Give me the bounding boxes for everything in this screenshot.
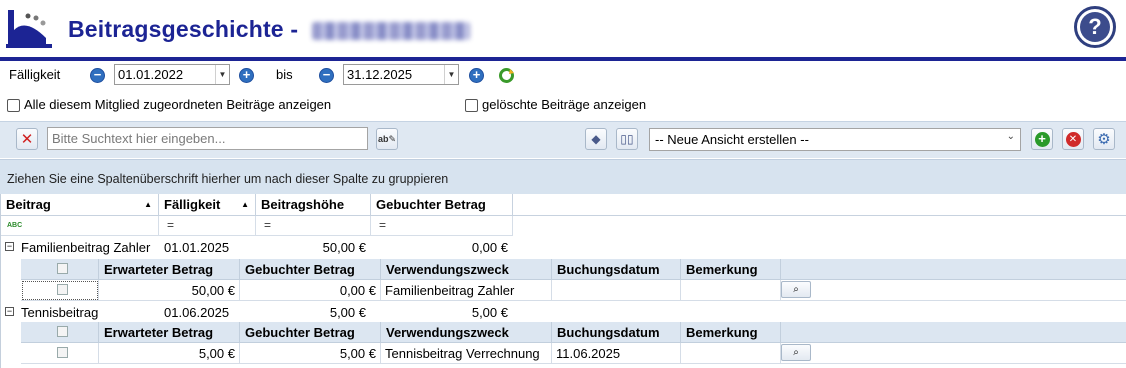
cell-erwartet[interactable]: 50,00 € xyxy=(99,280,240,301)
group-row[interactable]: − Tennisbeitrag 01.06.2025 5,00 € 5,00 € xyxy=(1,302,1126,323)
column-header-faelligkeit[interactable]: Fälligkeit ▲ xyxy=(159,194,256,216)
group-panel[interactable]: Ziehen Sie eine Spaltenüberschrift hierh… xyxy=(0,159,1126,194)
sub-header-filler xyxy=(781,322,1126,343)
column-header-filler xyxy=(513,194,1126,216)
show-all-label: Alle diesem Mitglied zugeordneten Beiträ… xyxy=(24,97,332,112)
sub-header-datum[interactable]: Buchungsdatum xyxy=(552,259,681,280)
help-icon: ? xyxy=(1080,12,1110,42)
view-select[interactable]: -- Neue Ansicht erstellen -- ⌄ xyxy=(649,128,1021,151)
show-all-checkbox[interactable] xyxy=(7,99,20,112)
select-all-checkbox[interactable] xyxy=(57,326,68,337)
add-view-button[interactable]: + xyxy=(1031,128,1053,150)
row-checkbox[interactable] xyxy=(57,284,68,295)
sub-header-gebucht[interactable]: Gebuchter Betrag xyxy=(240,259,381,280)
filter-cell-gebucht[interactable]: = xyxy=(371,216,513,236)
from-date-combo[interactable]: 01.01.2022 ▼ xyxy=(114,64,230,85)
app-logo xyxy=(6,8,54,48)
gear-icon[interactable]: ⚙ xyxy=(1093,128,1115,150)
from-date-value: 01.01.2022 xyxy=(118,67,184,82)
chevron-down-icon[interactable]: ▼ xyxy=(444,65,458,84)
cell-gebucht[interactable]: 5,00 € xyxy=(240,343,381,364)
cell-bemerkung[interactable] xyxy=(681,343,781,364)
clear-search-button[interactable]: ✕ xyxy=(16,128,38,150)
cell-zweck[interactable]: Tennisbeitrag Verrechnung xyxy=(381,343,552,364)
to-date-combo[interactable]: 31.12.2025 ▼ xyxy=(343,64,459,85)
detail-grid: Erwarteter Betrag Gebuchter Betrag Verwe… xyxy=(21,259,1126,303)
sub-header-zweck[interactable]: Verwendungszweck xyxy=(381,259,552,280)
filter-cell-beitragshoehe[interactable]: = xyxy=(256,216,371,236)
cell-zweck[interactable]: Familienbeitrag Zahler xyxy=(381,280,552,301)
to-date-decrement-button[interactable]: − xyxy=(319,68,334,83)
plus-icon: + xyxy=(1034,131,1050,147)
sort-asc-icon: ▲ xyxy=(241,200,249,209)
collapse-icon[interactable]: − xyxy=(5,242,14,251)
magnifier-icon[interactable]: ⌕ xyxy=(781,344,811,361)
select-all-header[interactable] xyxy=(21,259,99,280)
show-deleted-checkbox[interactable] xyxy=(465,99,478,112)
cell-bemerkung[interactable] xyxy=(681,280,781,301)
sub-header-filler xyxy=(781,259,1126,280)
group-row[interactable]: − Familienbeitrag Zahler 01.01.2025 50,0… xyxy=(1,237,1126,258)
cell-erwartet[interactable]: 5,00 € xyxy=(99,343,240,364)
to-date-increment-button[interactable]: + xyxy=(469,68,484,83)
book-icon[interactable]: ▯▯ xyxy=(616,128,638,150)
filter-cell-faelligkeit[interactable]: = xyxy=(159,216,256,236)
select-all-checkbox[interactable] xyxy=(57,263,68,274)
sub-header-bemerkung[interactable]: Bemerkung xyxy=(681,322,781,343)
delete-view-button[interactable]: ✕ xyxy=(1062,128,1084,150)
sort-asc-icon: ▲ xyxy=(144,200,152,209)
cell-filler: ⌕ xyxy=(781,280,1126,301)
layers-icon[interactable]: ◆ xyxy=(585,128,607,150)
cell-datum[interactable]: 11.06.2025 xyxy=(552,343,681,364)
chevron-down-icon[interactable]: ▼ xyxy=(215,65,229,84)
cell-filler: ⌕ xyxy=(781,343,1126,364)
header-divider xyxy=(0,57,1126,61)
sub-header-erwartet[interactable]: Erwarteter Betrag xyxy=(99,322,240,343)
cell-gebucht[interactable]: 0,00 € xyxy=(240,280,381,301)
detail-grid: Erwarteter Betrag Gebuchter Betrag Verwe… xyxy=(21,322,1126,366)
collapse-icon[interactable]: − xyxy=(5,307,14,316)
search-input[interactable]: Bitte Suchtext hier eingeben... xyxy=(47,127,368,150)
row-select-cell[interactable] xyxy=(21,343,99,364)
sub-header-datum[interactable]: Buchungsdatum xyxy=(552,322,681,343)
cell-datum[interactable] xyxy=(552,280,681,301)
sub-header-bemerkung[interactable]: Bemerkung xyxy=(681,259,781,280)
sub-header-erwartet[interactable]: Erwarteter Betrag xyxy=(99,259,240,280)
group-hint-text: Ziehen Sie eine Spaltenüberschrift hierh… xyxy=(7,172,449,186)
contribution-grid: Beitrag ▲ Fälligkeit ▲ Beitragshöhe Gebuch… xyxy=(0,194,1126,368)
chevron-down-icon: ⌄ xyxy=(1006,131,1015,142)
select-all-header[interactable] xyxy=(21,322,99,343)
column-header-gebuchter-betrag[interactable]: Gebuchter Betrag xyxy=(371,194,513,216)
bis-label: bis xyxy=(276,67,293,82)
show-deleted-label: gelöschte Beiträge anzeigen xyxy=(482,97,647,112)
help-button[interactable]: ? xyxy=(1074,6,1116,48)
close-icon: ✕ xyxy=(1065,131,1081,147)
page-title: Beitragsgeschichte - xyxy=(68,16,299,42)
column-header-beitrag[interactable]: Beitrag ▲ xyxy=(1,194,159,216)
row-checkbox[interactable] xyxy=(57,347,68,358)
from-date-decrement-button[interactable]: − xyxy=(90,68,105,83)
view-select-value: -- Neue Ansicht erstellen -- xyxy=(655,132,809,147)
member-name-redacted xyxy=(312,22,470,40)
magnifier-icon[interactable]: ⌕ xyxy=(781,281,811,298)
faelligkeit-label: Fälligkeit xyxy=(9,67,61,82)
column-header-beitragshoehe[interactable]: Beitragshöhe xyxy=(256,194,371,216)
sub-header-gebucht[interactable]: Gebuchter Betrag xyxy=(240,322,381,343)
spellcheck-icon[interactable]: ab✎ xyxy=(376,128,398,150)
filter-cell-beitrag[interactable]: ABC xyxy=(1,216,159,236)
sub-header-zweck[interactable]: Verwendungszweck xyxy=(381,322,552,343)
text-filter-icon: ABC xyxy=(7,222,23,229)
from-date-increment-button[interactable]: + xyxy=(239,68,254,83)
refresh-icon[interactable] xyxy=(498,67,515,84)
to-date-value: 31.12.2025 xyxy=(347,67,413,82)
row-select-cell[interactable] xyxy=(21,280,99,301)
